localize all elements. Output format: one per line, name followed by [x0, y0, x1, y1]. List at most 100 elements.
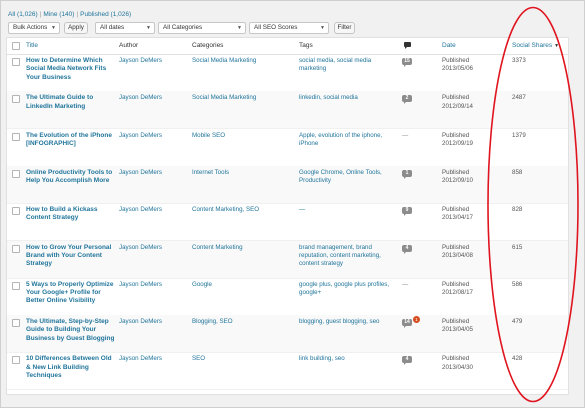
date-cell: Published 2012/08/17: [442, 281, 504, 297]
row-checkbox[interactable]: [12, 244, 20, 253]
column-date[interactable]: Date: [442, 42, 456, 49]
comments-cell[interactable]: 4: [402, 355, 432, 366]
row-checkbox[interactable]: [12, 132, 20, 141]
apply-button[interactable]: Apply: [64, 22, 88, 34]
tags-links[interactable]: Google Chrome, Online Tools, Productivity: [299, 169, 399, 185]
view-published-link[interactable]: Published (1,026): [80, 11, 131, 18]
author-link[interactable]: Jayson DeMers: [119, 355, 189, 363]
post-title-link[interactable]: The Ultimate Guide to LinkedIn Marketing: [26, 94, 118, 111]
post-title-link[interactable]: How to Determine Which Social Media Netwo…: [26, 57, 118, 82]
row-checkbox[interactable]: [12, 319, 20, 328]
row-checkbox[interactable]: [12, 169, 20, 178]
categories-links[interactable]: Google: [192, 281, 292, 289]
comments-cell[interactable]: 2: [402, 94, 432, 105]
bulk-actions-select[interactable]: Bulk Actions ▼: [8, 22, 60, 34]
seo-scores-filter-select[interactable]: All SEO Scores ▼: [249, 22, 329, 34]
pending-comments-badge[interactable]: 1: [413, 316, 420, 324]
tags-links-line: iPhone: [299, 139, 319, 147]
no-comments-mark: —: [402, 280, 409, 288]
column-title[interactable]: Title: [26, 42, 38, 49]
tags-links-line: blogging, guest blogging, seo: [299, 318, 380, 326]
table-row: How to Build a Kickass Content Strategy Ja…: [7, 203, 568, 242]
post-title-link-line: 5 Ways to Properly Optimize: [26, 280, 114, 288]
post-status: Published: [442, 355, 470, 363]
post-title-link-line: 10 Differences Between Old: [26, 355, 112, 363]
view-all-link[interactable]: All (1,026): [8, 11, 38, 18]
post-title-link-line: How to Determine Which: [26, 57, 103, 64]
post-title-link[interactable]: 10 Differences Between Old & New Link Bui…: [26, 355, 118, 380]
column-social-shares[interactable]: Social Shares ▼: [512, 42, 559, 49]
table-row: How to Grow Your Personal Brand with Your…: [7, 240, 568, 279]
post-title-link[interactable]: 5 Ways to Properly Optimize Your Google+ …: [26, 281, 118, 306]
categories-links[interactable]: Social Media Marketing: [192, 94, 292, 102]
categories-filter-select[interactable]: All Categories ▼: [158, 22, 246, 34]
social-shares-value: 2487: [512, 94, 526, 102]
comments-cell[interactable]: 15: [402, 57, 432, 67]
comment-count-badge[interactable]: 4: [402, 356, 412, 366]
post-title-link-line: The Ultimate, Step-by-Step: [26, 318, 109, 326]
row-checkbox[interactable]: [12, 207, 20, 216]
post-title-link[interactable]: How to Build a Kickass Content Strategy: [26, 206, 118, 223]
post-title-link[interactable]: The Evolution of the iPhone [INFOGRAPHIC]: [26, 132, 118, 149]
comment-count-badge[interactable]: 15: [402, 58, 412, 67]
date-cell: Published 2013/04/05: [442, 318, 504, 334]
post-title-link[interactable]: Online Productivity Tools to Help You Acc…: [26, 169, 118, 186]
categories-links[interactable]: Content Marketing, SEO: [192, 206, 292, 214]
comments-cell[interactable]: 1: [402, 169, 432, 179]
comment-count-badge[interactable]: 4: [402, 244, 412, 254]
author-link[interactable]: Jayson DeMers: [119, 318, 189, 326]
post-status: Published: [442, 243, 470, 251]
row-checkbox[interactable]: [12, 281, 20, 290]
comments-cell[interactable]: 9: [402, 206, 432, 217]
categories-links[interactable]: Content Marketing: [192, 244, 292, 252]
tags-links-line: reputation, content marketing,: [299, 251, 381, 259]
author-link[interactable]: Jayson DeMers: [119, 244, 189, 252]
view-mine-link[interactable]: Mine (140): [43, 11, 74, 18]
categories-links[interactable]: Mobile SEO: [192, 132, 292, 140]
social-shares-value: 615: [512, 243, 523, 251]
dates-filter-select[interactable]: All dates ▼: [95, 22, 155, 34]
post-title-link[interactable]: The Ultimate, Step-by-Step Guide to Build…: [26, 318, 118, 343]
author-link[interactable]: Jayson DeMers: [119, 94, 189, 102]
comments-cell[interactable]: —: [402, 281, 432, 289]
author-link[interactable]: Jayson DeMers: [119, 206, 189, 214]
categories-links[interactable]: Social Media Marketing: [192, 57, 292, 65]
tags-links[interactable]: blogging, guest blogging, seo: [299, 318, 399, 326]
filter-button[interactable]: Filter: [334, 22, 355, 34]
post-title-link[interactable]: How to Grow Your Personal Brand with Your…: [26, 244, 118, 269]
post-title-link-line: Social Media Network Fits: [26, 65, 107, 73]
social-shares-value: 3373: [512, 57, 526, 64]
comments-cell[interactable]: 14 1: [402, 316, 432, 329]
tags-links[interactable]: linkedin, social media: [299, 94, 399, 102]
tags-links[interactable]: google plus, google plus profiles, google…: [299, 281, 399, 297]
bulk-actions-label: Bulk Actions: [13, 24, 48, 31]
comments-cell[interactable]: 4: [402, 244, 432, 254]
tags-links[interactable]: link building, seo: [299, 355, 399, 363]
tags-links[interactable]: —: [299, 206, 399, 214]
comment-count-badge[interactable]: 14: [402, 319, 412, 329]
comment-count-badge[interactable]: 1: [402, 169, 412, 179]
post-date: 2013/04/30: [442, 363, 473, 371]
row-checkbox[interactable]: [12, 58, 20, 66]
select-all-checkbox[interactable]: [12, 42, 20, 50]
comment-count-badge[interactable]: 9: [402, 207, 412, 217]
speech-bubble-icon[interactable]: [404, 42, 411, 49]
categories-links-line: Google: [192, 280, 212, 288]
categories-links[interactable]: Internet Tools: [192, 169, 292, 177]
row-checkbox[interactable]: [12, 95, 20, 104]
author-link[interactable]: Jayson DeMers: [119, 57, 189, 65]
author-link[interactable]: Jayson DeMers: [119, 169, 189, 177]
categories-links[interactable]: Blogging, SEO: [192, 318, 292, 326]
tags-links[interactable]: Apple, evolution of the iphone, iPhone: [299, 132, 399, 148]
tags-links[interactable]: social media, social media marketing: [299, 57, 399, 73]
author-link[interactable]: Jayson DeMers: [119, 281, 189, 289]
tags-links[interactable]: brand management, brand reputation, conte…: [299, 244, 399, 269]
comment-count-badge[interactable]: 2: [402, 95, 412, 105]
author-link[interactable]: Jayson DeMers: [119, 132, 189, 140]
post-status: Published: [442, 57, 470, 64]
post-title-link-line: How to Build a Kickass: [26, 206, 98, 214]
post-title-link-line: Help You Accomplish More: [26, 177, 110, 185]
comments-cell[interactable]: —: [402, 132, 432, 140]
row-checkbox[interactable]: [12, 356, 20, 365]
categories-links[interactable]: SEO: [192, 355, 292, 363]
